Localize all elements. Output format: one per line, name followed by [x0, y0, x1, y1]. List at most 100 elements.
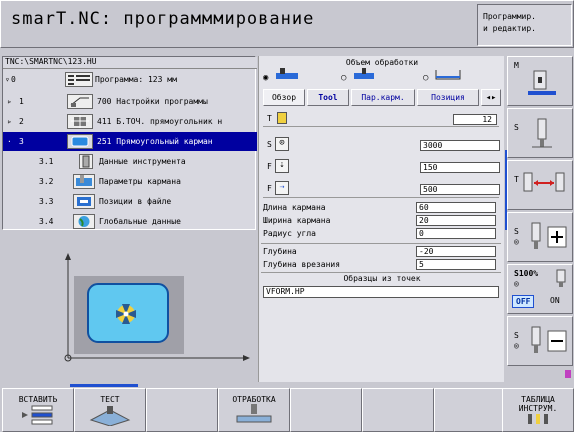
- pattern-file-field[interactable]: VFORM.HP: [263, 286, 499, 298]
- radius-label: Радиус угла: [263, 229, 316, 238]
- program-tree: TNC:\SMARTNC\123.HU ▿ 0 Программа: 123 м…: [2, 56, 257, 231]
- scope-title: Объем обработки: [345, 58, 419, 67]
- tab-overview[interactable]: Обзор: [263, 89, 305, 106]
- tree-row-pocket[interactable]: · 3 251 Прямоугольный карман: [3, 132, 257, 151]
- width-label: Ширина кармана: [263, 216, 331, 225]
- softkey-tool-table[interactable]: ТАБЛИЦА ИНСТРУМ.: [502, 388, 574, 432]
- tree-row-settings[interactable]: ▹ 1 700 Настройки программы: [3, 92, 257, 111]
- tab-pocket-params[interactable]: Пар.карм.: [351, 89, 415, 106]
- feed-mill-field[interactable]: 500: [420, 184, 500, 195]
- m-function-icon: [528, 70, 556, 95]
- tab-scroll-icon[interactable]: ◂▸: [481, 89, 501, 106]
- softkey-s-plus-label: S: [514, 227, 519, 236]
- divider: [261, 243, 501, 244]
- feed-mill-icon[interactable]: ⇢: [275, 181, 289, 195]
- length-field[interactable]: 60: [416, 202, 496, 213]
- tree-row-num: 0: [11, 75, 16, 84]
- spindle-dir-icon: ◎: [514, 237, 519, 246]
- spindle-row: S ⊙ 3000: [263, 136, 500, 154]
- softkey-page-indicator: [70, 384, 138, 387]
- length-label: Длина кармана: [263, 203, 326, 212]
- tree-row-label: Параметры кармана: [99, 177, 181, 186]
- spindle-field[interactable]: 3000: [420, 140, 500, 151]
- mode-line-1: Программир.: [483, 12, 536, 21]
- softkey-spindle-minus[interactable]: S ◎: [507, 316, 573, 366]
- tree-row-datum[interactable]: ▹ 2 411 Б.ТОЧ. прямоугольник н: [3, 112, 257, 131]
- radius-field[interactable]: 0: [416, 228, 496, 239]
- feed-plunge-field[interactable]: 150: [420, 162, 500, 173]
- collapse-icon[interactable]: ▹: [7, 97, 12, 106]
- softkey-test-label: ТЕСТ: [100, 395, 120, 404]
- scope-finish-icon: [435, 70, 461, 80]
- softkey-test[interactable]: ТЕСТ: [74, 388, 146, 432]
- tree-row-label: Программа: 123 мм: [95, 75, 177, 84]
- tree-row-tool-data[interactable]: 3.1 Данные инструмента: [3, 152, 257, 171]
- radio-selected-icon[interactable]: ◉: [263, 73, 268, 83]
- softkey-empty-4[interactable]: [434, 388, 506, 432]
- depth-label: Глубина: [263, 247, 297, 256]
- softkey-insert[interactable]: ВСТАВИТЬ: [2, 388, 74, 432]
- plunge-label: Глубина врезания: [263, 260, 341, 269]
- softkey-empty-3[interactable]: [362, 388, 434, 432]
- status-marker: [565, 370, 571, 378]
- softkey-spindle[interactable]: S: [507, 108, 573, 158]
- override-off-button[interactable]: OFF: [512, 295, 535, 308]
- override-label: S100%: [514, 269, 539, 278]
- radio-icon[interactable]: ○: [341, 73, 346, 83]
- tab-position[interactable]: Позиция: [417, 89, 479, 106]
- mode-indicator: Программир. и редактир.: [477, 4, 572, 46]
- tool-change-icon: [523, 172, 565, 192]
- softkey-tool-call[interactable]: T: [507, 160, 573, 210]
- divider: [261, 272, 501, 273]
- pocket-preview: [6, 238, 250, 384]
- softkey-empty-2[interactable]: [290, 388, 362, 432]
- expand-icon[interactable]: ▿: [5, 75, 10, 84]
- tree-row-num: 3.3: [39, 197, 54, 206]
- spindle-plus-icon: [531, 222, 567, 249]
- tree-row-program[interactable]: ▿ 0 Программа: 123 мм: [3, 70, 257, 89]
- override-on-button[interactable]: ON: [550, 296, 560, 305]
- test-icon: [89, 406, 131, 427]
- scope-option-1[interactable]: ◉: [263, 68, 300, 83]
- scope-option-2[interactable]: ○: [341, 68, 376, 83]
- tool-select-icon[interactable]: [277, 112, 287, 124]
- depth-field[interactable]: -20: [416, 246, 496, 257]
- tree-row-global-data[interactable]: 3.4 Глобальные данные: [3, 212, 257, 231]
- program-icon: [65, 72, 93, 87]
- softkey-insert-label: ВСТАВИТЬ: [18, 395, 58, 404]
- collapse-icon[interactable]: ▹: [7, 117, 12, 126]
- tree-row-positions[interactable]: 3.3 Позиции в файле: [3, 192, 257, 211]
- feed-plunge-row: F ⇣ 150: [263, 158, 500, 176]
- insert-icon: [22, 405, 53, 425]
- bullet-icon: ·: [7, 137, 12, 146]
- softkey-override[interactable]: S100% ◎ OFF ON: [507, 264, 573, 314]
- tree-row-num: 3: [19, 137, 24, 146]
- spindle-icon[interactable]: ⊙: [275, 137, 289, 151]
- tool-field[interactable]: 12: [453, 114, 497, 125]
- radio-icon[interactable]: ○: [423, 73, 428, 83]
- tab-tool[interactable]: Tool: [307, 89, 349, 106]
- spindle-label: S: [267, 140, 272, 149]
- softkey-m-label: M: [514, 61, 519, 70]
- tool-icon: [79, 154, 93, 169]
- plunge-field[interactable]: 5: [416, 259, 496, 270]
- softkey-process-label: ОТРАБОТКА: [232, 395, 276, 404]
- softkey-m[interactable]: M: [507, 56, 573, 106]
- softkey-process[interactable]: ОТРАБОТКА: [218, 388, 290, 432]
- spindle-icon: [532, 118, 552, 148]
- width-field[interactable]: 20: [416, 215, 496, 226]
- scope-option-3[interactable]: ○: [423, 68, 462, 83]
- tree-row-pocket-params[interactable]: 3.2 Параметры кармана: [3, 172, 257, 191]
- softkey-table-line2: ИНСТРУМ.: [518, 404, 558, 413]
- feed-plunge-icon[interactable]: ⇣: [275, 159, 289, 173]
- softkey-spindle-plus[interactable]: S ◎: [507, 212, 573, 262]
- override-spindle-icon: [556, 269, 566, 287]
- mode-line-2: и редактир.: [483, 24, 536, 33]
- scope-rough-icon: [353, 68, 374, 79]
- tree-row-label: 700 Настройки программы: [97, 97, 208, 106]
- softkey-empty-1[interactable]: [146, 388, 218, 432]
- tree-row-label: Данные инструмента: [99, 157, 186, 166]
- title-bar: smarT.NC: программмирование Программир. …: [0, 0, 574, 48]
- tree-row-num: 3.4: [39, 217, 54, 226]
- settings-icon: [67, 94, 93, 109]
